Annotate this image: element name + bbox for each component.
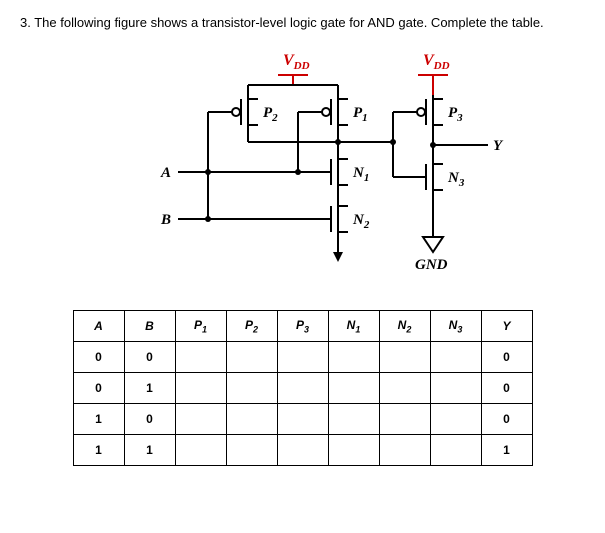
truth-table: A B P1 P2 P3 N1 N2 N3 Y 000010100111 [73,310,533,466]
n1-label: N1 [352,165,369,184]
col-p1: P1 [175,311,226,342]
cell-n1 [328,435,379,466]
b-label: B [160,212,171,228]
vdd-label-2: VDD [423,52,450,72]
table-row: 111 [73,435,532,466]
cell-b: 1 [124,435,175,466]
cell-n1 [328,373,379,404]
circuit-diagram: VDD VDD P2 P1 [20,47,585,290]
cell-p2 [226,373,277,404]
p2-label: P2 [263,105,278,124]
cell-n2 [379,373,430,404]
col-n3: N3 [430,311,481,342]
col-a: A [73,311,124,342]
cell-n1 [328,342,379,373]
cell-p3 [277,373,328,404]
col-n1: N1 [328,311,379,342]
question-body: The following figure shows a transistor-… [34,15,543,30]
cell-p1 [175,404,226,435]
cell-n3 [430,404,481,435]
table-row: 010 [73,373,532,404]
n3-label: N3 [447,170,465,189]
cell-p2 [226,435,277,466]
cell-b: 1 [124,373,175,404]
cell-p1 [175,373,226,404]
cell-b: 0 [124,404,175,435]
p3-label: P3 [448,105,463,124]
cell-n2 [379,404,430,435]
table-header-row: A B P1 P2 P3 N1 N2 N3 Y [73,311,532,342]
cell-p2 [226,404,277,435]
cell-n3 [430,435,481,466]
y-label: Y [493,138,504,154]
cell-p3 [277,342,328,373]
cell-n3 [430,342,481,373]
table-row: 100 [73,404,532,435]
cell-a: 0 [73,373,124,404]
cell-n1 [328,404,379,435]
cell-p1 [175,435,226,466]
cell-a: 1 [73,404,124,435]
question-number: 3. [20,15,31,30]
n2-label: N2 [352,212,370,231]
gnd-label: GND [415,257,448,273]
cell-y: 0 [481,342,532,373]
cell-y: 0 [481,373,532,404]
vdd-label-1: VDD [283,52,310,72]
cell-p3 [277,404,328,435]
cell-y: 1 [481,435,532,466]
col-b: B [124,311,175,342]
col-p3: P3 [277,311,328,342]
cell-n2 [379,435,430,466]
col-y: Y [481,311,532,342]
cell-n2 [379,342,430,373]
cell-b: 0 [124,342,175,373]
col-p2: P2 [226,311,277,342]
table-row: 000 [73,342,532,373]
a-label: A [160,165,171,181]
cell-p2 [226,342,277,373]
cell-a: 0 [73,342,124,373]
question-text: 3. The following figure shows a transist… [20,14,585,32]
cell-p3 [277,435,328,466]
cell-p1 [175,342,226,373]
p1-label: P1 [353,105,368,124]
col-n2: N2 [379,311,430,342]
cell-y: 0 [481,404,532,435]
cell-n3 [430,373,481,404]
cell-a: 1 [73,435,124,466]
